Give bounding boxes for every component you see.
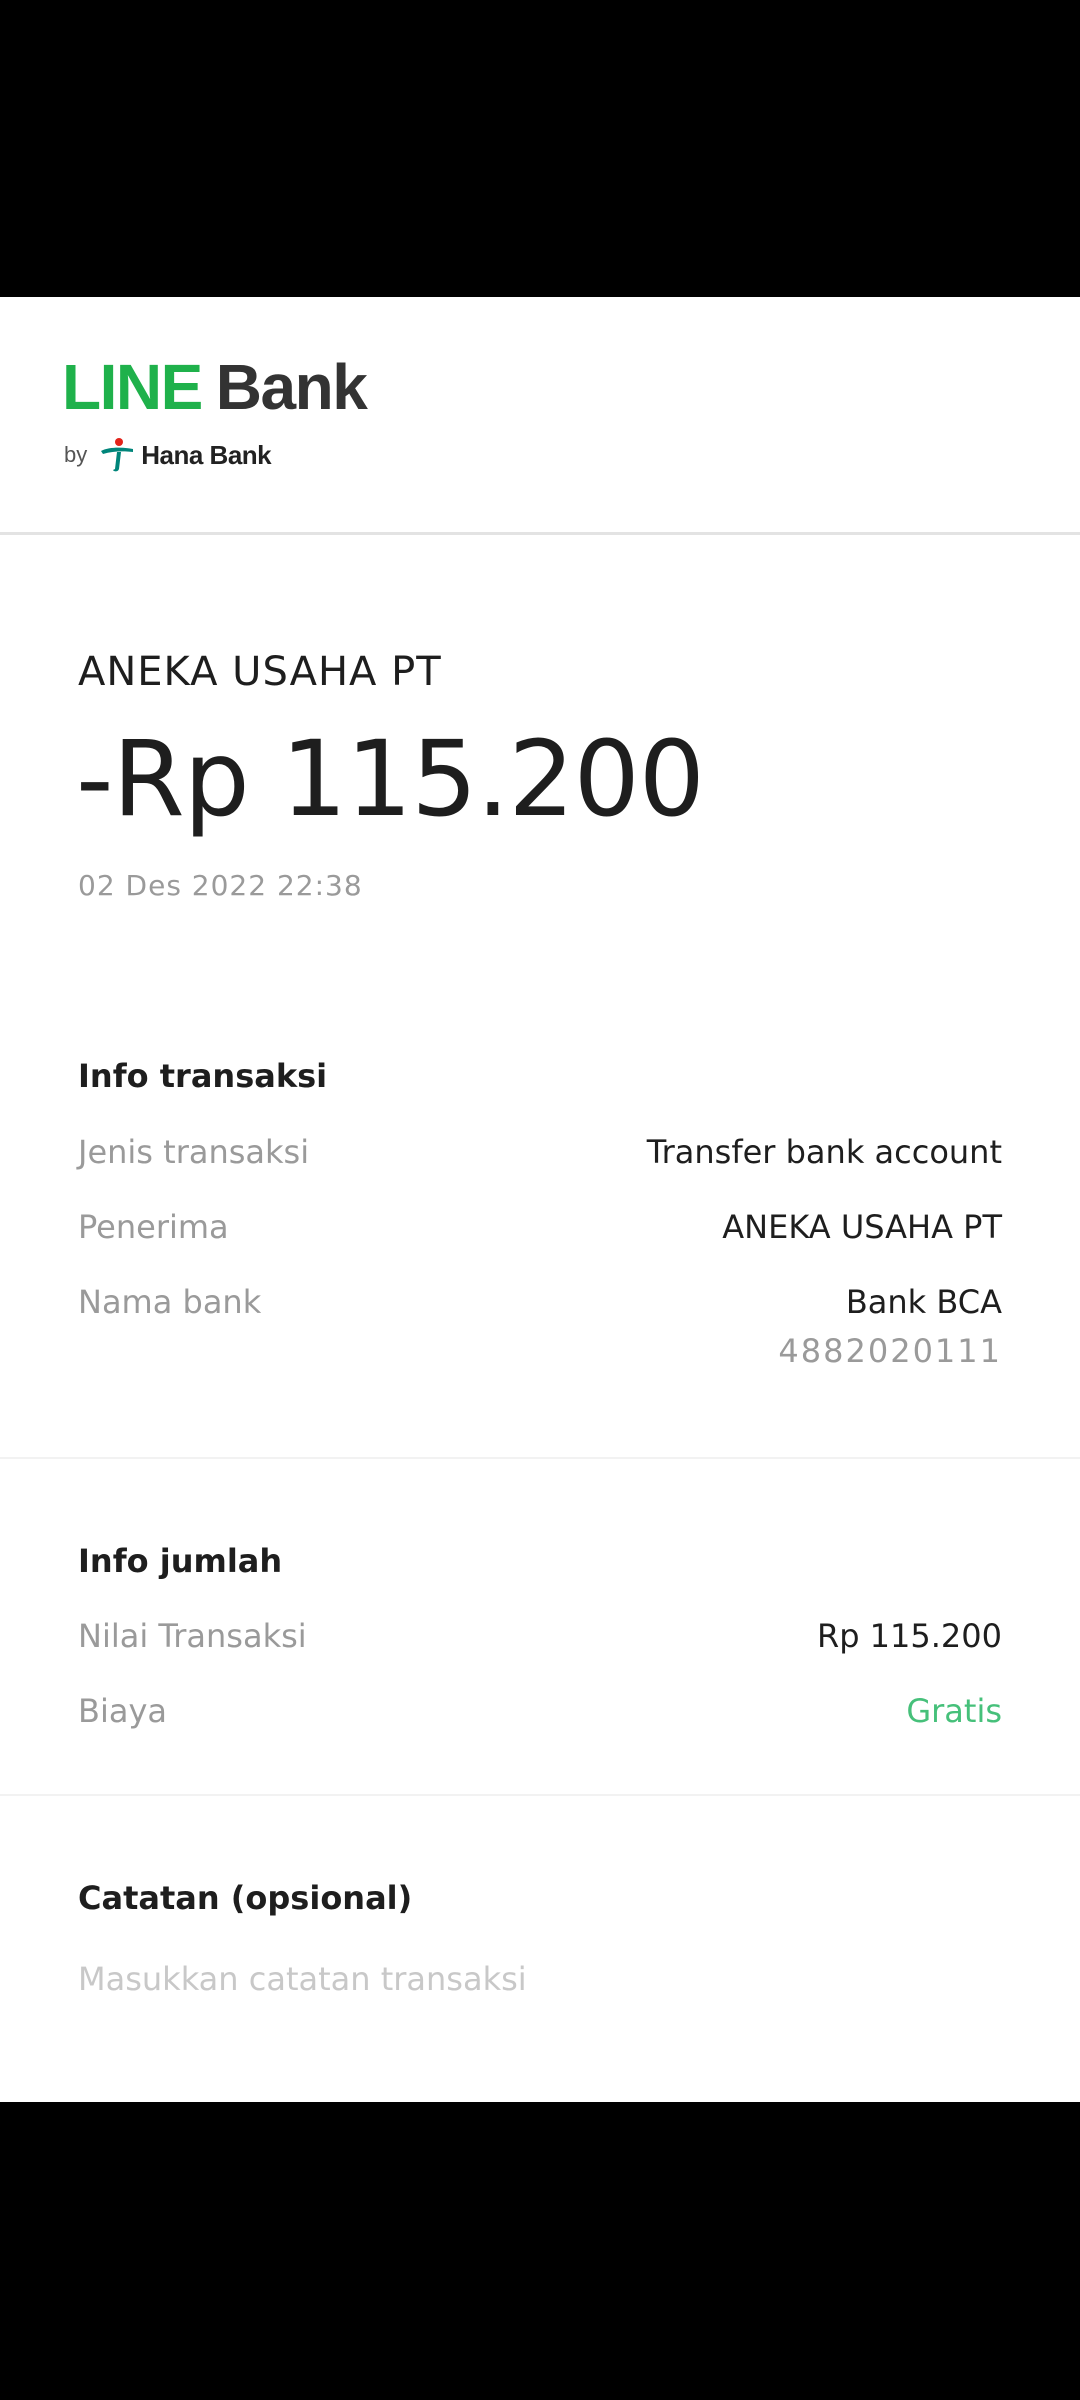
partner-logo: by Hana Bank — [64, 435, 272, 475]
recipient-label: Penerima — [78, 1208, 229, 1246]
transaction-type-label: Jenis transaksi — [78, 1133, 310, 1171]
transaction-value-amount: Rp 115.200 — [816, 1617, 1002, 1655]
top-black-bar — [0, 0, 1080, 297]
account-number-value: 4882020111 — [778, 1332, 1002, 1370]
transaction-type-value: Transfer bank account — [646, 1133, 1002, 1171]
section-divider — [0, 1457, 1080, 1459]
line-bank-logo: LINE Bank — [62, 355, 368, 419]
merchant-name: ANEKA USAHA PT — [78, 649, 442, 695]
bank-name-label: Nama bank — [78, 1283, 262, 1321]
logo-line-text: LINE — [62, 351, 203, 423]
brand-header: LINE Bank by Hana Bank — [0, 297, 1080, 535]
logo-bank-text: Bank — [215, 351, 368, 423]
logo-hana-text: Hana Bank — [141, 439, 272, 470]
fee-label: Biaya — [78, 1692, 167, 1730]
transaction-datetime: 02 Des 2022 22:38 — [78, 869, 363, 902]
bank-name-value: Bank BCA — [845, 1283, 1002, 1321]
receipt-sheet: LINE Bank by Hana Bank ANEKA USAHA PT -Rp… — [0, 297, 1080, 2102]
hana-bank-logo-icon — [101, 438, 134, 472]
fee-value: Gratis — [906, 1692, 1002, 1730]
amount-info-title: Info jumlah — [78, 1542, 283, 1580]
notes-title: Catatan (opsional) — [78, 1879, 413, 1917]
recipient-value: ANEKA USAHA PT — [722, 1208, 1002, 1246]
transaction-amount: -Rp 115.200 — [76, 718, 705, 840]
transaction-note-input[interactable] — [78, 1951, 1002, 2007]
logo-by-text: by — [64, 442, 88, 467]
transaction-value-label: Nilai Transaksi — [78, 1617, 307, 1655]
transaction-info-title: Info transaksi — [78, 1057, 328, 1095]
section-divider — [0, 1794, 1080, 1796]
bottom-black-bar — [0, 2102, 1080, 2400]
